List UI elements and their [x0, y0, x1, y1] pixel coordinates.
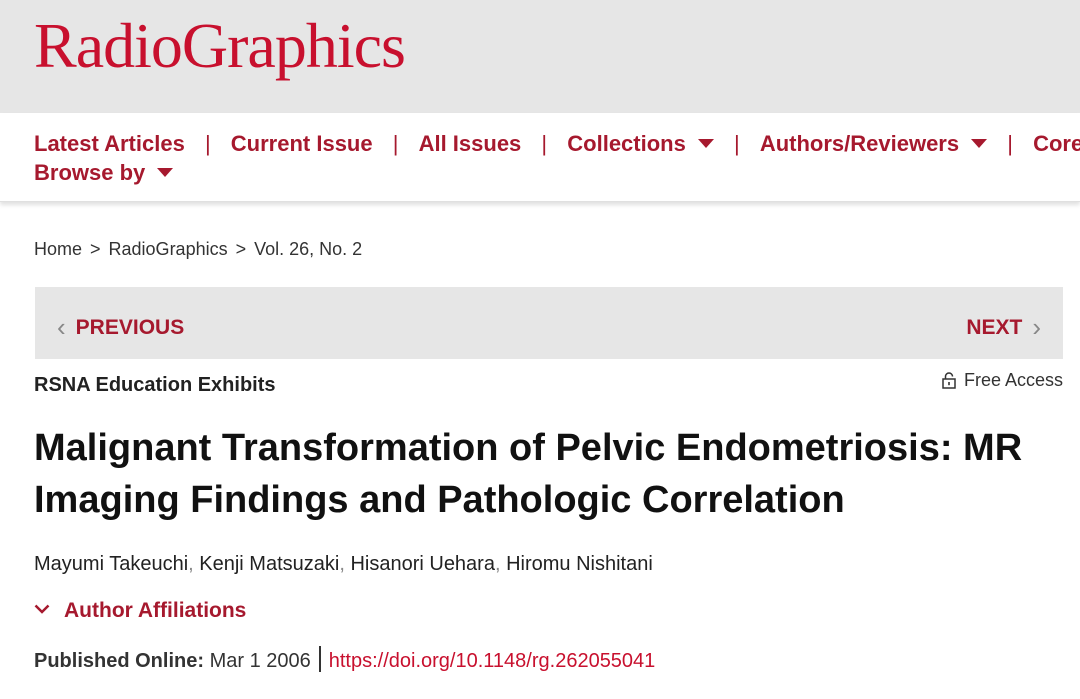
nav-authors-reviewers-label: Authors/Reviewers [759, 131, 960, 156]
site-header: RadioGraphics [0, 0, 1080, 113]
doi-link[interactable]: https://doi.org/10.1148/rg.262055041 [329, 650, 656, 672]
nav-browse-by[interactable]: Browse by [34, 160, 174, 186]
next-label: NEXT [966, 316, 1023, 339]
author-list: Mayumi Takeuchi, Kenji Matsuzaki, Hisano… [34, 553, 653, 576]
nav-separator: | [392, 131, 399, 156]
author-link[interactable]: Kenji Matsuzaki [199, 553, 339, 575]
breadcrumb-separator: > [90, 239, 101, 259]
access-label: Free Access [963, 370, 1063, 390]
main-nav: Latest Articles | Current Issue | All Is… [0, 113, 1080, 202]
access-badge: Free Access [942, 370, 1063, 394]
divider [318, 646, 321, 672]
nav-browse-by-label: Browse by [34, 160, 146, 185]
previous-article-button[interactable]: ‹ PREVIOUS [57, 312, 184, 343]
author-affiliations-label: Author Affiliations [64, 599, 247, 622]
nav-authors-reviewers[interactable]: Authors/Reviewers [759, 131, 988, 157]
published-label: Published Online: [34, 650, 205, 672]
nav-separator: | [204, 131, 211, 156]
caret-down-icon [157, 167, 174, 177]
previous-label: PREVIOUS [75, 316, 185, 339]
breadcrumb-separator: > [235, 239, 247, 259]
author-separator: , [494, 553, 507, 575]
nav-all-issues[interactable]: All Issues [419, 131, 522, 157]
breadcrumb-journal[interactable]: RadioGraphics [109, 239, 228, 259]
nav-core[interactable]: Core [1033, 131, 1080, 157]
chevron-left-icon: ‹ [57, 312, 66, 342]
author-link[interactable]: Mayumi Takeuchi [34, 553, 188, 575]
nav-separator: | [733, 131, 740, 156]
breadcrumb-issue[interactable]: Vol. 26, No. 2 [254, 239, 362, 259]
author-affiliations-toggle[interactable]: Author Affiliations [34, 596, 246, 623]
publication-info: Published Online: Mar 1 2006 https://doi.… [34, 646, 655, 673]
author-separator: , [339, 553, 351, 575]
nav-separator: | [1007, 131, 1013, 156]
chevron-down-icon [34, 596, 50, 620]
nav-separator: | [541, 131, 548, 156]
nav-collections-label: Collections [567, 131, 686, 156]
unlock-icon [942, 372, 956, 394]
author-link[interactable]: Hiromu Nishitani [506, 553, 653, 575]
chevron-right-icon: › [1032, 312, 1041, 342]
nav-row: Latest Articles | Current Issue | All Is… [34, 131, 1080, 157]
caret-down-icon [697, 138, 714, 148]
nav-row: Browse by [34, 160, 174, 186]
site-logo[interactable]: RadioGraphics [34, 14, 406, 78]
breadcrumb: Home > RadioGraphics > Vol. 26, No. 2 [34, 239, 362, 260]
next-article-button[interactable]: NEXT › [966, 312, 1041, 343]
article-pager: ‹ PREVIOUS NEXT › [35, 287, 1063, 359]
breadcrumb-home[interactable]: Home [34, 239, 82, 259]
author-link[interactable]: Hisanori Uehara [350, 553, 495, 575]
published-date: Mar 1 2006 [209, 650, 311, 672]
article-section: RSNA Education Exhibits [34, 374, 276, 396]
article-title: Malignant Transformation of Pelvic Endom… [34, 427, 1023, 521]
author-separator: , [188, 553, 200, 575]
nav-collections[interactable]: Collections [567, 131, 714, 157]
caret-down-icon [971, 138, 988, 148]
nav-current-issue[interactable]: Current Issue [231, 131, 373, 157]
nav-latest-articles[interactable]: Latest Articles [34, 131, 185, 157]
